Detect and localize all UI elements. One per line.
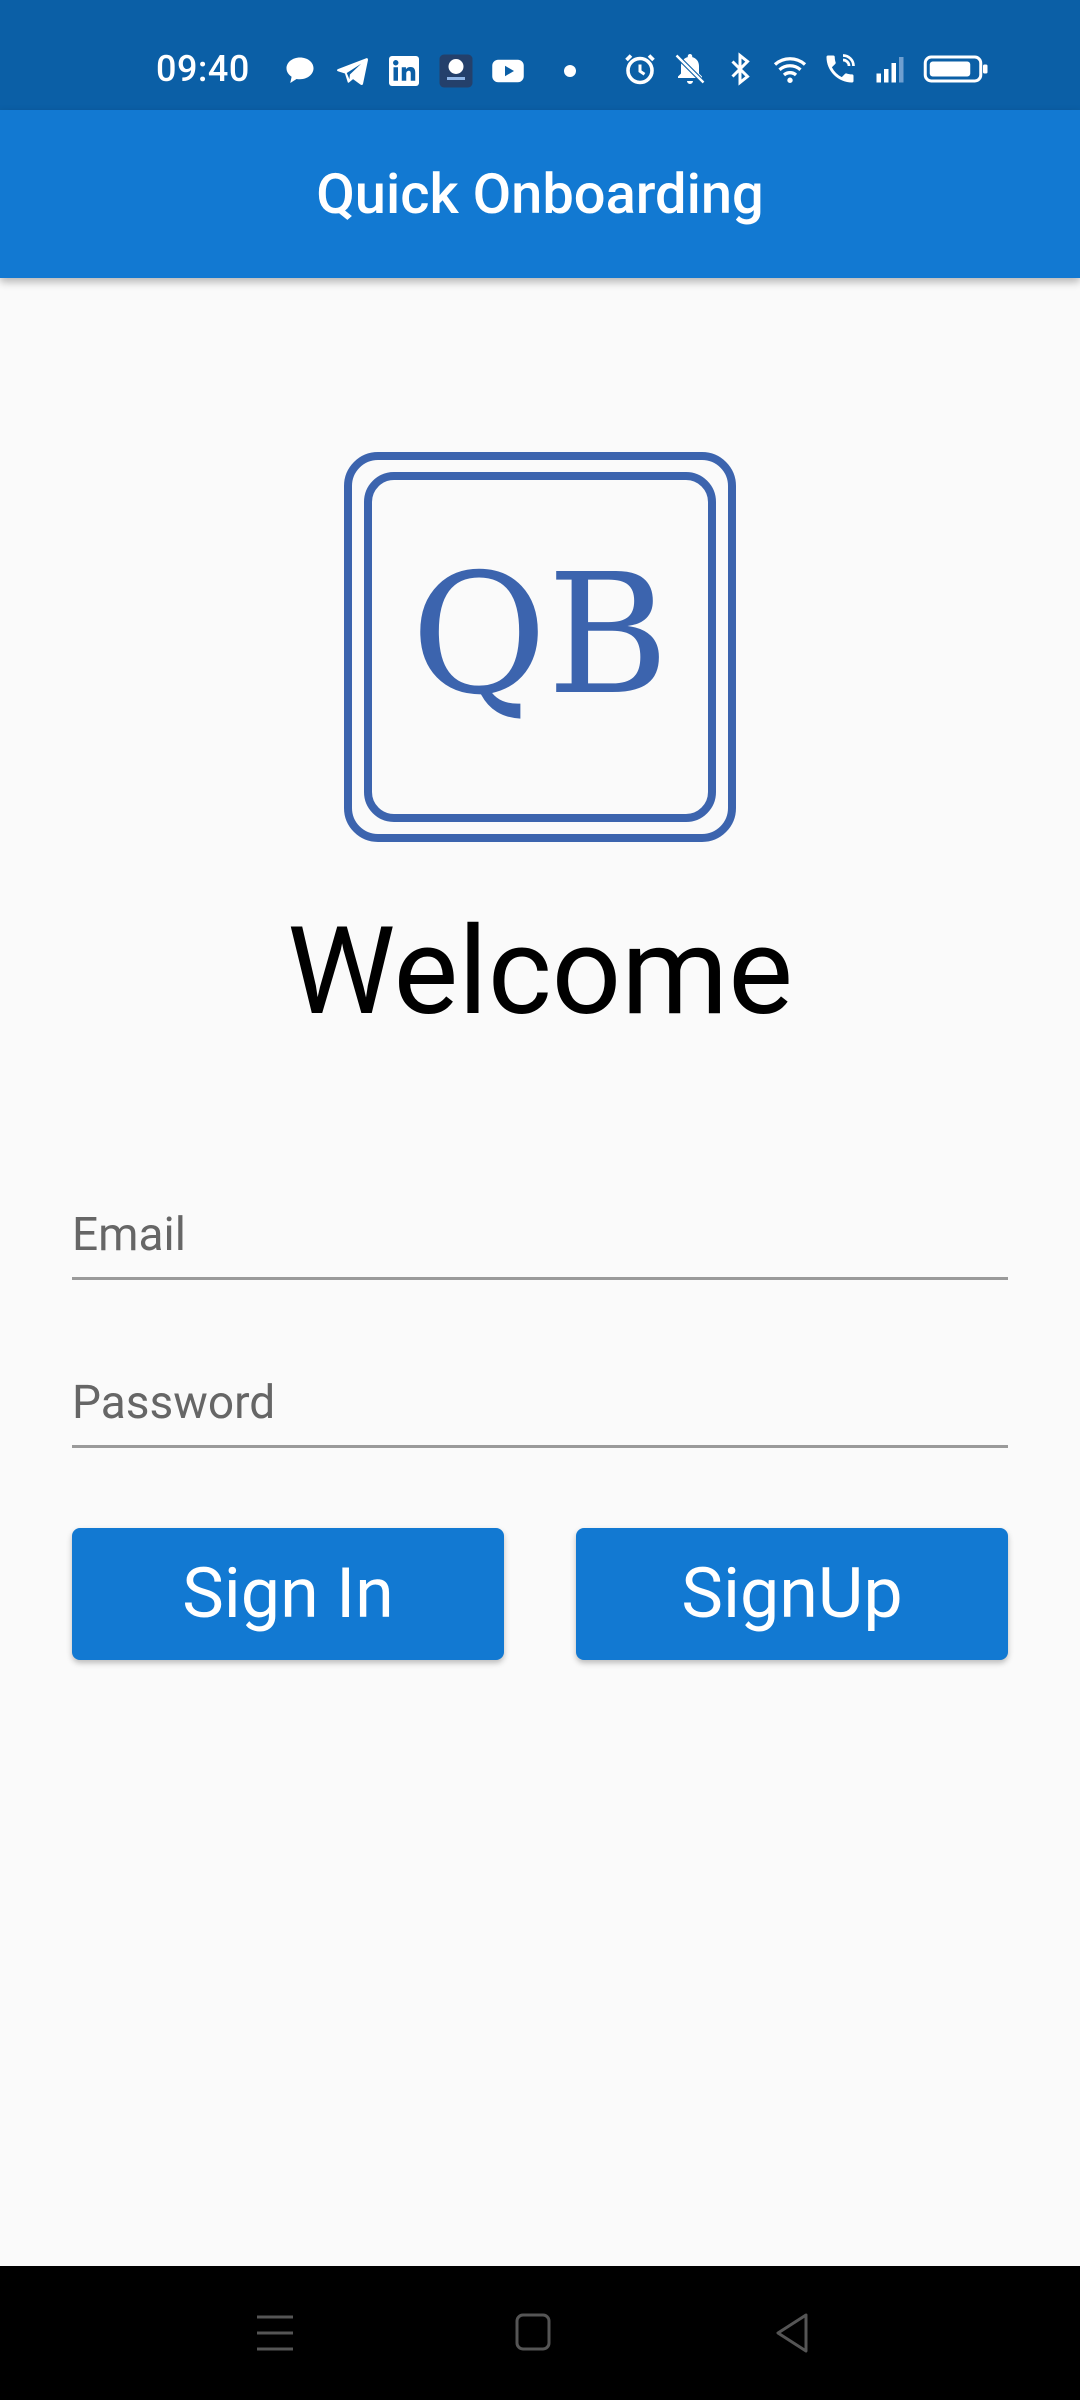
system-icons [622, 51, 990, 87]
app-badge-icon [439, 54, 473, 88]
bell-muted-icon [674, 53, 706, 85]
sign-in-button[interactable]: Sign In [72, 1528, 504, 1660]
password-input[interactable] [72, 1348, 1008, 1445]
back-icon[interactable] [764, 2306, 824, 2360]
app-bar: Quick Onboarding [0, 110, 1080, 278]
wifi-icon [773, 57, 807, 83]
menu-icon[interactable] [245, 2306, 305, 2360]
chat-bubble-icon [286, 57, 314, 83]
email-input[interactable] [72, 1180, 1008, 1277]
notification-icons [282, 53, 598, 89]
linkedin-icon [389, 56, 419, 86]
app-title: Quick Onboarding [316, 161, 764, 227]
youtube-icon [492, 59, 524, 83]
wifi-call-icon [826, 54, 855, 83]
alarm-icon [625, 54, 655, 85]
home-icon[interactable] [503, 2306, 563, 2360]
status-bar: 09:40 [0, 0, 1080, 110]
telegram-icon [337, 58, 368, 86]
password-field-container [72, 1348, 1008, 1448]
navigation-bar [0, 2266, 1080, 2400]
welcome-heading: Welcome [287, 900, 793, 1043]
signal-icon [876, 57, 904, 83]
sign-up-button[interactable]: SignUp [576, 1528, 1008, 1660]
qb-logo: QB [344, 452, 736, 842]
bluetooth-icon [731, 52, 750, 86]
more-notifications-dot [564, 65, 576, 77]
status-time: 09:40 [156, 48, 250, 90]
battery-icon [923, 55, 988, 83]
logo-text: QB [411, 539, 669, 732]
email-field-container [72, 1180, 1008, 1280]
